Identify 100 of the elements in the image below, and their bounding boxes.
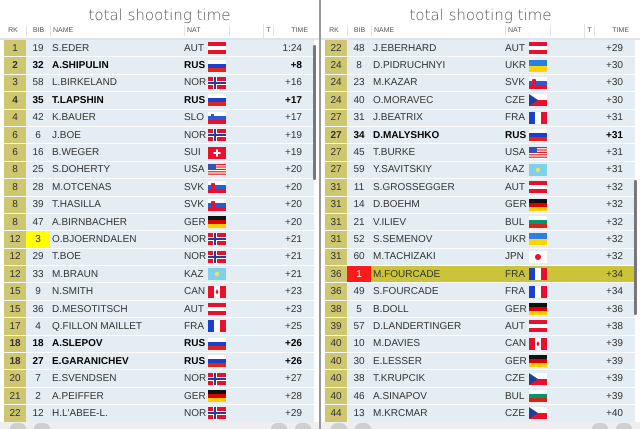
nation-code: GER <box>505 354 528 369</box>
result-row[interactable]: 22 12 H.L'ABEE-L. NOR +29 <box>4 405 314 423</box>
result-row[interactable]: 15 9 N.SMITH CAN +23 <box>4 283 314 301</box>
result-row[interactable]: 8 28 M.OTCENAS SVK +20 <box>4 179 314 197</box>
next-button[interactable] <box>34 423 50 429</box>
rank-cell: 40 <box>325 370 347 387</box>
next-button[interactable] <box>355 423 371 429</box>
result-row[interactable]: 27 34 D.MALYSHKO RUS +31 <box>325 126 635 144</box>
rank-cell: 22 <box>4 405 26 422</box>
time-cell-text: +31 <box>605 128 624 143</box>
result-row[interactable]: 8 39 T.HASILLA SVK +20 <box>4 196 314 214</box>
result-row[interactable]: 21 2 A.PEIFFER GER +28 <box>4 388 314 406</box>
rank-cell: 17 <box>4 318 26 335</box>
result-row[interactable]: 24 40 O.MORAVEC CZE +30 <box>325 92 635 110</box>
nation-code: NOR <box>184 232 208 247</box>
result-row[interactable]: 31 11 S.GROSSEGGER AUT +32 <box>325 179 635 197</box>
result-row[interactable]: 4 35 T.LAPSHIN RUS +17 <box>4 92 314 110</box>
nation-code: RUS <box>184 94 206 108</box>
bib-cell-text: 33 <box>31 268 45 282</box>
time-cell-text: +32 <box>605 198 624 212</box>
result-row[interactable]: 3 58 L.BIRKELAND NOR +16 <box>4 74 314 92</box>
time-cell-text: +39 <box>605 372 624 386</box>
flag-icon <box>208 181 226 194</box>
rank-cell: 24 <box>325 74 347 92</box>
result-row[interactable]: 27 31 J.BEATRIX FRA +31 <box>325 110 635 127</box>
result-row[interactable]: 20 7 E.SVENDSEN NOR +27 <box>4 370 314 388</box>
result-row[interactable]: 2 32 A.SHIPULIN RUS +8 <box>4 57 314 75</box>
flag-icon <box>529 94 547 106</box>
nation-code: SVK <box>184 198 206 212</box>
bib-cell: 1 <box>347 266 371 282</box>
result-row[interactable]: 38 5 B.DOLL GER +36 <box>325 300 635 318</box>
nation-code: SVK <box>505 76 526 90</box>
result-row[interactable]: 1 19 S.EDER AUT 1:24 <box>4 40 314 58</box>
nation-code: CZE <box>505 372 526 386</box>
nation-code: AUT <box>505 320 526 334</box>
result-row[interactable]: 24 23 M.KAZAR SVK +30 <box>325 74 635 92</box>
flag-icon <box>208 286 226 298</box>
result-row[interactable]: 27 45 T.BURKE USA +31 <box>325 144 635 162</box>
time-cell-text: +39 <box>605 390 624 404</box>
scrollbar-thumb[interactable] <box>634 180 637 315</box>
result-row[interactable]: 24 8 D.PIDRUCHNYI UKR +30 <box>325 57 635 75</box>
bib-cell-text: 59 <box>352 163 366 178</box>
result-row[interactable]: 40 30 E.LESSER GER +39 <box>325 353 635 370</box>
bib-cell-text: 19 <box>31 42 45 56</box>
result-row[interactable]: 36 1 M.FOURCADE FRA +34 <box>325 266 635 284</box>
scrollbar-thumb[interactable] <box>313 45 316 180</box>
result-row[interactable]: 6 6 J.BOE NOR +19 <box>4 126 314 144</box>
result-row[interactable]: 39 57 D.LANDERTINGER AUT +38 <box>325 318 635 336</box>
nation-code: GER <box>505 302 528 317</box>
result-row[interactable]: 22 48 J.EBERHARD AUT +29 <box>325 40 635 58</box>
rank-cell: 31 <box>325 248 347 266</box>
result-row[interactable]: 15 36 D.MESOTITSCH AUT +23 <box>4 300 314 318</box>
flag-icon <box>208 303 226 316</box>
athlete-name: N.SMITH <box>51 285 94 300</box>
result-row[interactable]: 12 3 O.BJOERNDALEN NOR +21 <box>4 231 314 249</box>
time-cell-text: +20 <box>284 180 303 195</box>
athlete-name: K.BAUER <box>51 111 97 126</box>
result-row[interactable]: 8 25 S.DOHERTY USA +20 <box>4 162 314 180</box>
result-row[interactable]: 31 52 S.SEMENOV UKR +32 <box>325 231 635 249</box>
athlete-name: M.KRCMAR <box>372 406 428 421</box>
result-row[interactable]: 31 21 V.ILIEV BUL +32 <box>325 214 635 232</box>
down-button[interactable] <box>295 423 311 429</box>
time-cell-text: +29 <box>605 42 624 56</box>
result-row[interactable]: 18 18 A.SLEPOV RUS +26 <box>4 336 314 354</box>
result-row[interactable]: 40 38 T.KRUPCIK CZE +39 <box>325 370 635 388</box>
bib-cell-text: 52 <box>352 232 366 247</box>
result-row[interactable]: 12 33 M.BRAUN KAZ +21 <box>4 266 314 284</box>
result-row[interactable]: 8 47 A.BIRNBACHER GER +20 <box>4 214 314 232</box>
result-row[interactable]: 44 13 M.KRCMAR CZE +40 <box>325 405 635 423</box>
previous-button[interactable] <box>331 423 347 429</box>
result-row[interactable]: 31 14 D.BOEHM GER +32 <box>325 196 635 214</box>
result-row[interactable]: 4 42 K.BAUER SLO +17 <box>4 110 314 127</box>
up-button[interactable] <box>592 423 608 429</box>
athlete-name: S.EDER <box>51 42 90 56</box>
result-row[interactable]: 31 60 M.TACHIZAKI JPN +32 <box>325 248 635 266</box>
bib-cell-text: 8 <box>355 59 363 74</box>
previous-button[interactable] <box>10 423 26 429</box>
time-cell-text: +38 <box>605 320 624 334</box>
result-row[interactable]: 36 49 S.FOURCADE FRA +34 <box>325 283 635 301</box>
result-row[interactable]: 6 16 B.WEGER SUI +19 <box>4 144 314 162</box>
nation-code: KAZ <box>505 163 526 178</box>
result-row[interactable]: 40 10 M.DAVIES CAN +39 <box>325 336 635 354</box>
bib-cell-text: 27 <box>31 354 45 369</box>
bib-cell-text: 39 <box>31 198 45 212</box>
athlete-name: A.SINAPOV <box>372 390 428 404</box>
rank-cell: 3 <box>4 74 26 92</box>
nation-code: FRA <box>505 285 526 300</box>
flag-icon <box>208 216 226 228</box>
time-cell-text: +23 <box>284 285 303 300</box>
nation-code: SUI <box>184 146 202 160</box>
result-row[interactable]: 27 59 Y.SAVITSKIY KAZ +31 <box>325 162 635 180</box>
time-cell-text: +23 <box>284 302 303 317</box>
up-button[interactable] <box>271 423 287 429</box>
time-cell-text: +20 <box>284 163 303 178</box>
result-row[interactable]: 40 46 A.SINAPOV BUL +39 <box>325 388 635 406</box>
result-row[interactable]: 18 27 E.GARANICHEV RUS +26 <box>4 353 314 370</box>
result-row[interactable]: 12 29 T.BOE NOR +21 <box>4 248 314 266</box>
time-cell-text: +21 <box>284 268 303 282</box>
down-button[interactable] <box>616 423 632 429</box>
result-row[interactable]: 17 4 Q.FILLON MAILLET FRA +25 <box>4 318 314 336</box>
